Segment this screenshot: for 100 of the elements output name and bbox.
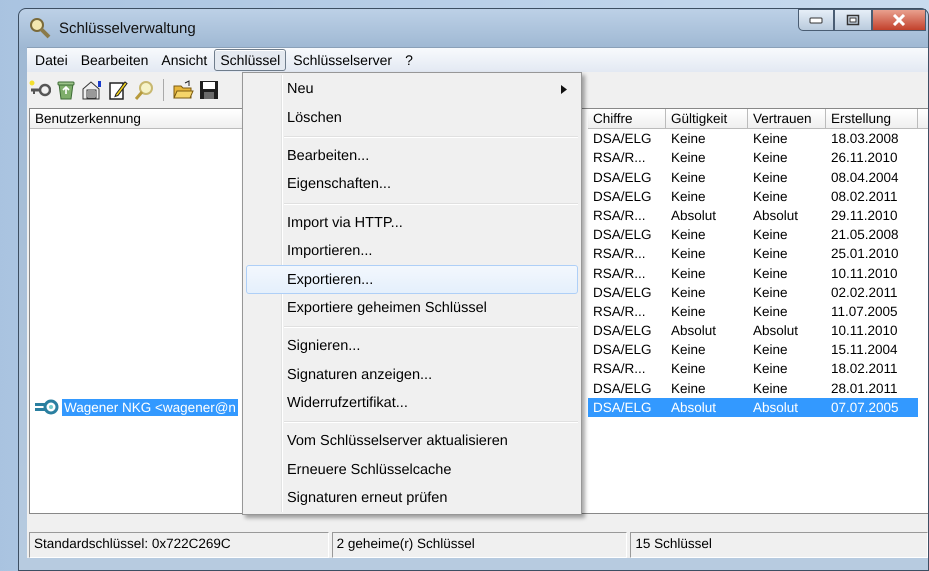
window-title: Schlüsselverwaltung: [59, 20, 196, 37]
table-cell-text: Keine: [752, 226, 789, 244]
table-cell-text: Keine: [752, 188, 789, 206]
table-cell: Absolut: [666, 398, 748, 418]
table-cell-text: Keine: [670, 168, 707, 187]
table-cell-text: Keine: [752, 302, 789, 321]
table-cell-text: DSA/ELG: [592, 226, 653, 244]
table-cell-text: Keine: [670, 130, 707, 148]
table-cell-text: Keine: [670, 245, 707, 264]
menu-item[interactable]: Schlüsselserver: [287, 49, 398, 72]
minimize-icon: [809, 16, 823, 24]
column-header[interactable]: Vertrauen: [748, 109, 826, 130]
table-cell-text: Keine: [670, 302, 707, 321]
menu-item[interactable]: Ansicht: [155, 49, 214, 72]
table-cell-text: RSA/R...: [592, 360, 647, 378]
table-cell-text: RSA/R...: [592, 245, 647, 264]
table-cell: DSA/ELG: [588, 398, 666, 418]
table-cell-text: DSA/ELG: [592, 284, 653, 302]
table-cell-text: Keine: [670, 264, 707, 283]
menu-item[interactable]: Erneuere Schlüsselcache: [246, 456, 578, 484]
menu-item[interactable]: Löschen: [246, 103, 578, 132]
table-cell-text: DSA/ELG: [592, 341, 653, 360]
recycle-bin-icon[interactable]: [55, 79, 77, 102]
column-header[interactable]: Gültigkeit: [666, 109, 748, 130]
menu-item[interactable]: Exportiere geheimen Schlüssel: [246, 294, 578, 322]
table-cell-text: DSA/ELG: [592, 322, 653, 340]
table-cell-text: 10.11.2010: [830, 322, 899, 340]
table-cell-text: Keine: [670, 284, 707, 302]
table-cell-text: Keine: [670, 380, 707, 398]
table-cell-text: 29.11.2010: [830, 206, 899, 225]
table-cell-text: RSA/R...: [592, 149, 647, 168]
menu-item[interactable]: Vom Schlüsselserver aktualisieren: [246, 427, 578, 456]
menu-item[interactable]: ?: [399, 49, 419, 72]
folder-icon[interactable]: [172, 79, 194, 102]
status-panel: 15 Schlüssel: [630, 532, 928, 558]
user-id-cell: Wagener NKG <wagener@n: [62, 398, 238, 416]
column-header[interactable]: Chiffre: [588, 109, 666, 130]
table-cell-text: RSA/R...: [592, 206, 647, 225]
maximize-icon: [846, 14, 860, 26]
maximize-button[interactable]: [834, 9, 872, 31]
table-cell-text: Keine: [752, 341, 789, 360]
menu-item[interactable]: Eigenschaften...: [246, 170, 578, 199]
table-cell-text: Keine: [752, 284, 789, 302]
table-cell-text: 18.02.2011: [830, 360, 899, 378]
close-icon: [892, 14, 906, 26]
close-button[interactable]: [872, 9, 926, 31]
table-cell-text: 18.03.2008: [830, 130, 900, 148]
edit-icon[interactable]: [107, 79, 129, 102]
table-cell: 07.07.2005: [826, 398, 918, 418]
menu-item[interactable]: Datei: [29, 49, 74, 72]
menu-item[interactable]: Signaturen erneut prüfen: [246, 484, 578, 512]
minimize-button[interactable]: [798, 9, 834, 31]
submenu-arrow-icon: [561, 84, 567, 94]
menu-item[interactable]: Widerrufzertifikat...: [246, 388, 578, 418]
table-cell-text: Keine: [670, 149, 707, 168]
table-cell-text: Keine: [752, 264, 789, 283]
menu-item[interactable]: Bearbeiten...: [246, 142, 578, 170]
table-cell-text: 11.07.2005: [830, 302, 899, 321]
menu-item[interactable]: Exportieren...: [246, 265, 578, 294]
menu-item[interactable]: Signaturen anzeigen...: [246, 360, 578, 389]
table-cell-text: 15.11.2004: [830, 341, 899, 360]
menu-item[interactable]: Importieren...: [246, 236, 578, 266]
table-cell-text: Keine: [752, 245, 789, 264]
table-cell-text: Keine: [670, 188, 707, 206]
table-cell-text: Keine: [752, 149, 789, 168]
table-cell-text: 21.05.2008: [830, 226, 900, 244]
table-cell-text: DSA/ELG: [592, 168, 653, 187]
table-cell-text: Absolut: [670, 322, 718, 340]
table-cell-text: Absolut: [752, 322, 800, 340]
table-cell-text: 10.11.2010: [830, 264, 899, 283]
table-cell-text: RSA/R...: [592, 264, 647, 283]
status-panel: Standardschlüssel: 0x722C269C: [29, 532, 329, 558]
menu-item[interactable]: Neu: [246, 75, 578, 104]
table-cell: Absolut: [748, 398, 826, 418]
table-cell-text: 25.01.2010: [830, 245, 900, 264]
status-panel: 2 geheime(r) Schlüssel: [332, 532, 628, 558]
table-cell-text: Keine: [752, 380, 789, 398]
column-header[interactable]: Erstellung: [826, 109, 918, 130]
menu-item[interactable]: Signieren...: [246, 332, 578, 361]
table-cell-text: 08.02.2011: [830, 188, 899, 206]
table-cell-text: Keine: [670, 360, 707, 378]
table-cell-text: Keine: [752, 360, 789, 378]
menu-item[interactable]: Schlüssel: [214, 49, 286, 72]
menu-item[interactable]: Import via HTTP...: [246, 208, 578, 237]
table-cell-text: DSA/ELG: [592, 188, 653, 206]
table-cell-text: 08.04.2004: [830, 168, 900, 187]
table-cell-text: Keine: [670, 226, 707, 244]
table-cell-text: Keine: [752, 130, 789, 148]
table-cell-text: Keine: [670, 341, 707, 360]
table-cell-text: DSA/ELG: [592, 380, 653, 398]
table-cell-text: DSA/ELG: [592, 130, 653, 148]
table-cell-text: 02.02.2011: [830, 284, 899, 302]
table-cell-text: Absolut: [752, 206, 800, 225]
table-cell-text: RSA/R...: [592, 302, 647, 321]
table-cell-text: Keine: [752, 168, 789, 187]
table-cell-text: 26.11.2010: [830, 149, 899, 168]
table-cell-text: 28.01.2011: [830, 380, 899, 398]
menu-item[interactable]: Bearbeiten: [74, 49, 154, 72]
key-pair-icon: [34, 399, 60, 416]
table-cell-text: Absolut: [670, 206, 718, 225]
